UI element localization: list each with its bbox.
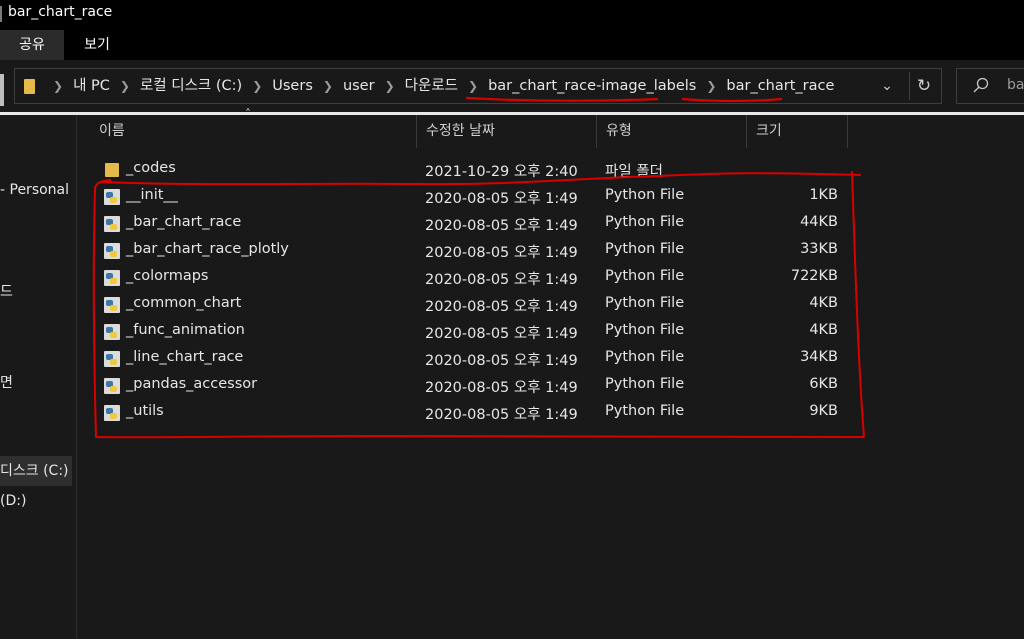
list-item[interactable]: __init__ 2020-08-05 오후 1:49 Python File …	[96, 184, 848, 211]
window-title: bar_chart_race	[8, 4, 113, 20]
column-header-name[interactable]: 이름	[99, 115, 125, 148]
folder-icon	[24, 79, 35, 94]
nav-button-edge[interactable]	[0, 74, 4, 106]
column-header-size[interactable]: 크기	[756, 115, 782, 148]
search-placeholder: ba	[1007, 77, 1024, 93]
address-actions: ⌄ ↻	[881, 72, 939, 100]
file-size: 1KB	[809, 187, 838, 203]
crumb-image-labels[interactable]: bar_chart_race-image_labels	[488, 78, 696, 94]
column-divider[interactable]	[746, 115, 747, 148]
list-item[interactable]: _common_chart 2020-08-05 오후 1:49 Python …	[96, 292, 848, 319]
column-header-type[interactable]: 유형	[606, 115, 632, 148]
window-edge	[0, 6, 2, 22]
crumb-user[interactable]: user	[343, 78, 375, 94]
breadcrumb: ❯ 내 PC ❯ 로컬 디스크 (C:) ❯ Users ❯ user ❯ 다운로드 ❯ bar_ch…	[43, 69, 834, 103]
chevron-right-icon[interactable]: ❯	[385, 69, 395, 103]
nav-item-drive-d[interactable]: (D:)	[0, 493, 26, 509]
folder-icon	[105, 163, 119, 177]
column-header-date[interactable]: 수정한 날짜	[426, 115, 495, 148]
list-item[interactable]: _colormaps 2020-08-05 오후 1:49 Python Fil…	[96, 265, 848, 292]
file-type: 파일 폴더	[605, 164, 663, 180]
file-size: 722KB	[790, 268, 838, 284]
list-item-folder[interactable]: _codes 2021-10-29 오후 2:40 파일 폴더	[96, 157, 848, 184]
file-size: 34KB	[800, 349, 838, 365]
list-item[interactable]: _utils 2020-08-05 오후 1:49 Python File 9K…	[96, 400, 848, 427]
chevron-right-icon[interactable]: ❯	[468, 69, 478, 103]
list-item[interactable]: _bar_chart_race 2020-08-05 오후 1:49 Pytho…	[96, 211, 848, 238]
file-size: 9KB	[809, 403, 838, 419]
file-name: _codes	[126, 160, 176, 176]
nav-item-partial-2[interactable]: 면	[0, 372, 13, 392]
file-date: 2021-10-29 오후 2:40	[425, 164, 578, 180]
navigation-pane: - Personal 드 면 디스크 (C:) (D:)	[0, 115, 77, 639]
sort-ascending-icon: ˄	[245, 107, 251, 121]
chevron-right-icon[interactable]: ❯	[706, 69, 716, 103]
chevron-down-icon[interactable]: ⌄	[877, 76, 897, 96]
column-divider[interactable]	[416, 115, 417, 148]
file-size: 4KB	[809, 295, 838, 311]
list-item[interactable]: _pandas_accessor 2020-08-05 오후 1:49 Pyth…	[96, 373, 848, 400]
address-area: ❯ 내 PC ❯ 로컬 디스크 (C:) ❯ Users ❯ user ❯ 다운로드 ❯ bar_ch…	[0, 60, 1024, 112]
file-size: 44KB	[800, 214, 838, 230]
chevron-right-icon[interactable]: ❯	[323, 69, 333, 103]
title-bar: bar_chart_race	[0, 0, 1024, 30]
search-icon	[973, 77, 993, 97]
crumb-users[interactable]: Users	[272, 78, 313, 94]
nav-item-local-disk-c[interactable]: 디스크 (C:)	[0, 456, 72, 486]
chevron-right-icon[interactable]: ❯	[252, 69, 262, 103]
tab-view[interactable]: 보기	[64, 30, 130, 60]
crumb-bar-chart-race[interactable]: bar_chart_race	[726, 78, 834, 94]
column-divider[interactable]	[847, 115, 848, 148]
chevron-right-icon[interactable]: ❯	[120, 69, 130, 103]
chevron-right-icon[interactable]: ❯	[53, 69, 63, 103]
crumb-this-pc[interactable]: 내 PC	[73, 78, 110, 94]
file-size: 4KB	[809, 322, 838, 338]
file-size: 6KB	[809, 376, 838, 392]
list-item[interactable]: _bar_chart_race_plotly 2020-08-05 오후 1:4…	[96, 238, 848, 265]
crumb-local-disk[interactable]: 로컬 디스크 (C:)	[140, 78, 242, 94]
file-size: 33KB	[800, 241, 838, 257]
column-divider[interactable]	[596, 115, 597, 148]
nav-item-partial-1[interactable]: 드	[0, 281, 13, 301]
list-item[interactable]: _func_animation 2020-08-05 오후 1:49 Pytho…	[96, 319, 848, 346]
address-bar[interactable]: ❯ 내 PC ❯ 로컬 디스크 (C:) ❯ Users ❯ user ❯ 다운로드 ❯ bar_ch…	[14, 68, 942, 104]
column-headers: ˄ 이름 수정한 날짜 유형 크기	[77, 107, 1024, 148]
crumb-downloads[interactable]: 다운로드	[405, 78, 458, 94]
nav-item-personal[interactable]: - Personal	[0, 182, 69, 198]
list-item[interactable]: _line_chart_race 2020-08-05 오후 1:49 Pyth…	[96, 346, 848, 373]
tab-share[interactable]: 공유	[0, 30, 64, 60]
search-box[interactable]: ba	[956, 68, 1024, 104]
ribbon: 공유 보기	[0, 30, 1024, 60]
refresh-icon[interactable]: ↻	[909, 72, 938, 100]
